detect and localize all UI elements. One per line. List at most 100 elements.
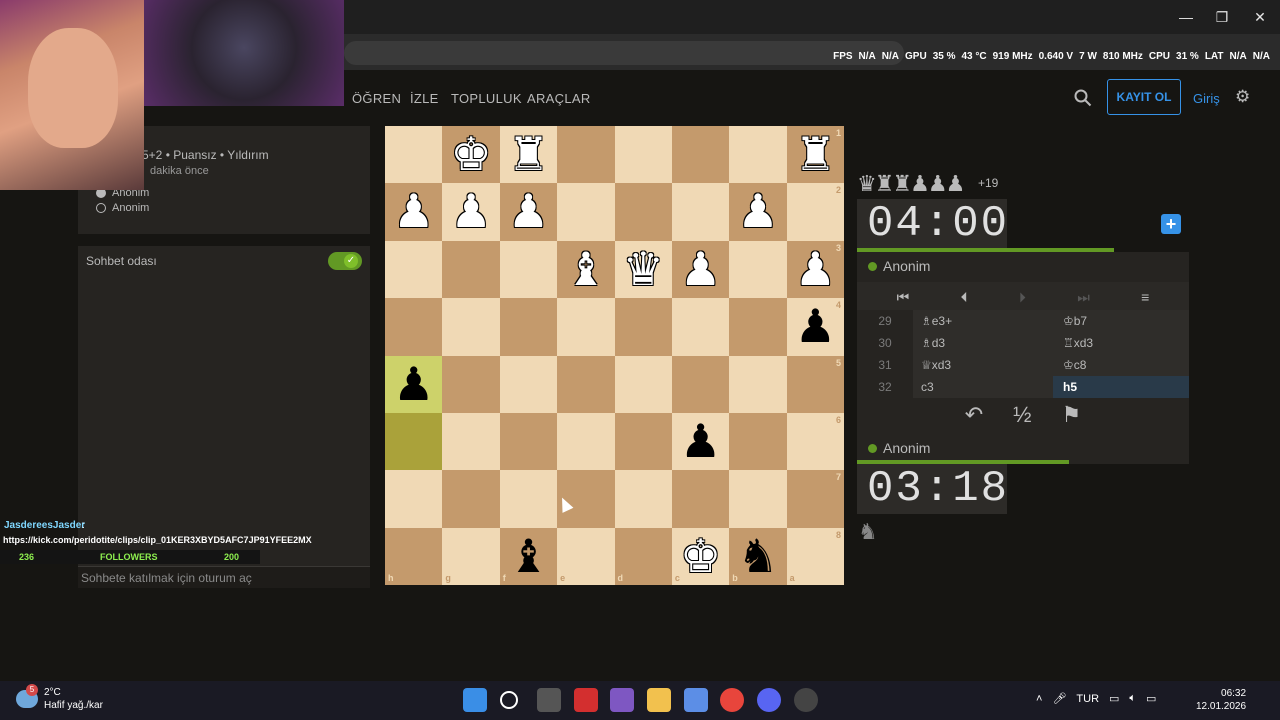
resign-flag-icon[interactable]: ⚑ bbox=[1062, 402, 1082, 428]
discord-icon[interactable] bbox=[757, 688, 781, 712]
next-move-icon[interactable]: ⏵ bbox=[1019, 289, 1026, 306]
board-square[interactable] bbox=[729, 126, 787, 184]
chrome-icon[interactable] bbox=[720, 688, 744, 712]
black-move[interactable]: ♖xd3 bbox=[1053, 332, 1189, 354]
self-player[interactable]: Anonim bbox=[868, 440, 930, 456]
nav-tools[interactable]: ARAÇLAR bbox=[527, 91, 591, 106]
store-icon[interactable] bbox=[684, 688, 708, 712]
chess-piece[interactable]: ♟ bbox=[500, 183, 557, 240]
chess-piece[interactable]: ♟ bbox=[385, 356, 442, 413]
opponent-player[interactable]: Anonim bbox=[868, 258, 930, 274]
board-square[interactable] bbox=[671, 355, 730, 413]
black-player-row[interactable]: Anonim bbox=[96, 202, 149, 214]
signup-button[interactable]: KAYIT OL bbox=[1107, 79, 1181, 115]
white-move[interactable]: c3 bbox=[913, 376, 1053, 398]
stream-chat-link[interactable]: https://kick.com/peridotite/clips/clip_0… bbox=[3, 535, 312, 545]
board-square[interactable] bbox=[385, 298, 443, 356]
black-move[interactable]: ♔b7 bbox=[1053, 310, 1189, 332]
board-square[interactable] bbox=[557, 298, 615, 356]
chess-piece[interactable]: ♜ bbox=[500, 126, 557, 183]
board-square[interactable] bbox=[729, 298, 787, 356]
url-input[interactable] bbox=[344, 41, 904, 65]
nav-community[interactable]: TOPLULUK bbox=[451, 91, 522, 106]
board-square[interactable] bbox=[614, 355, 672, 413]
board-square[interactable] bbox=[729, 240, 787, 299]
task-view-icon[interactable] bbox=[537, 688, 561, 712]
board-square[interactable] bbox=[442, 470, 500, 528]
chess-piece[interactable]: ♝ bbox=[500, 528, 557, 585]
battery-icon[interactable]: ▭ bbox=[1146, 692, 1156, 705]
microphone-icon[interactable]: 🎤︎ bbox=[1052, 692, 1066, 705]
chat-input[interactable]: Sohbete katılmak için oturum aç bbox=[78, 566, 370, 588]
copilot-icon[interactable] bbox=[610, 688, 634, 712]
search-icon[interactable] bbox=[1074, 89, 1092, 107]
maximize-button[interactable]: ❐ bbox=[1204, 6, 1240, 28]
board-square[interactable] bbox=[385, 240, 443, 299]
board-square[interactable] bbox=[671, 126, 730, 184]
board-square[interactable] bbox=[729, 470, 787, 528]
taskbar-search-icon[interactable] bbox=[500, 691, 518, 709]
chess-board[interactable]: ♚ ♜ ♜ ♟ ♟ ♟ ♟ ♝ ♛ ♟ ♟ ♟ ♟ ♟ ♝ ♚ ♞ h g f e d c b a 1 2 3 4 5 6 7 8 bbox=[385, 126, 844, 585]
app-l-icon[interactable] bbox=[574, 688, 598, 712]
board-square[interactable] bbox=[614, 470, 672, 528]
tray-chevron-icon[interactable]: ˄ bbox=[1036, 693, 1042, 705]
black-move[interactable]: h5 bbox=[1053, 376, 1189, 398]
nav-learn[interactable]: ÖĞREN bbox=[352, 91, 401, 106]
start-icon[interactable] bbox=[463, 688, 487, 712]
board-square[interactable] bbox=[671, 298, 730, 356]
network-icon[interactable]: ▭ bbox=[1109, 692, 1119, 705]
menu-icon[interactable]: ≡ bbox=[1141, 289, 1149, 305]
white-move[interactable]: ♗e3+ bbox=[913, 310, 1053, 332]
nav-watch[interactable]: İZLE bbox=[410, 91, 439, 106]
gear-icon[interactable]: ⚙ bbox=[1235, 88, 1251, 105]
board-square[interactable] bbox=[499, 298, 558, 356]
board-square[interactable] bbox=[499, 240, 558, 299]
chess-piece[interactable]: ♟ bbox=[442, 183, 499, 240]
board-square[interactable] bbox=[729, 355, 787, 413]
chess-piece[interactable]: ♟ bbox=[672, 413, 729, 470]
last-move-icon[interactable]: ⏭ bbox=[1077, 289, 1090, 306]
board-square[interactable] bbox=[557, 183, 615, 241]
takeback-icon[interactable]: ↶ bbox=[965, 402, 983, 428]
chess-piece[interactable]: ♟ bbox=[385, 183, 442, 240]
board-square[interactable] bbox=[614, 126, 672, 184]
volume-icon[interactable]: 🔈︎ bbox=[1129, 692, 1136, 705]
board-square[interactable] bbox=[442, 355, 500, 413]
black-move[interactable]: ♔c8 bbox=[1053, 354, 1189, 376]
board-square[interactable] bbox=[442, 412, 500, 471]
board-square[interactable] bbox=[557, 527, 615, 585]
chess-piece[interactable]: ♟ bbox=[672, 241, 729, 298]
board-square[interactable] bbox=[614, 412, 672, 471]
board-square[interactable] bbox=[442, 527, 500, 585]
board-square[interactable] bbox=[671, 183, 730, 241]
draw-offer-icon[interactable]: ½ bbox=[1013, 402, 1031, 428]
chess-piece[interactable]: ♚ bbox=[672, 528, 729, 585]
chess-piece[interactable]: ♛ bbox=[615, 241, 672, 298]
board-square[interactable] bbox=[614, 298, 672, 356]
board-square[interactable] bbox=[442, 240, 500, 299]
board-square[interactable] bbox=[499, 470, 558, 528]
white-move[interactable]: ♕xd3 bbox=[913, 354, 1053, 376]
first-move-icon[interactable]: ⏮ bbox=[897, 289, 910, 306]
board-square[interactable] bbox=[385, 470, 443, 528]
chess-piece[interactable]: ♚ bbox=[442, 126, 499, 183]
minimize-button[interactable]: — bbox=[1168, 6, 1204, 28]
board-square[interactable] bbox=[614, 527, 672, 585]
board-square[interactable] bbox=[385, 527, 443, 585]
chess-piece[interactable]: ♟ bbox=[729, 183, 786, 240]
close-button[interactable]: ✕ bbox=[1242, 6, 1278, 28]
chess-piece[interactable]: ♝ bbox=[557, 241, 614, 298]
board-square[interactable] bbox=[385, 126, 443, 184]
file-explorer-icon[interactable] bbox=[647, 688, 671, 712]
board-square[interactable] bbox=[729, 412, 787, 471]
add-time-button[interactable]: + bbox=[1161, 214, 1181, 234]
board-square[interactable] bbox=[499, 355, 558, 413]
white-move[interactable]: ♗d3 bbox=[913, 332, 1053, 354]
board-square[interactable] bbox=[614, 183, 672, 241]
board-square[interactable] bbox=[442, 298, 500, 356]
app-circle-icon[interactable] bbox=[794, 688, 818, 712]
board-square[interactable] bbox=[557, 412, 615, 471]
prev-move-icon[interactable]: ⏴ bbox=[961, 289, 968, 306]
login-link[interactable]: Giriş bbox=[1193, 91, 1220, 106]
board-square[interactable] bbox=[385, 412, 443, 471]
